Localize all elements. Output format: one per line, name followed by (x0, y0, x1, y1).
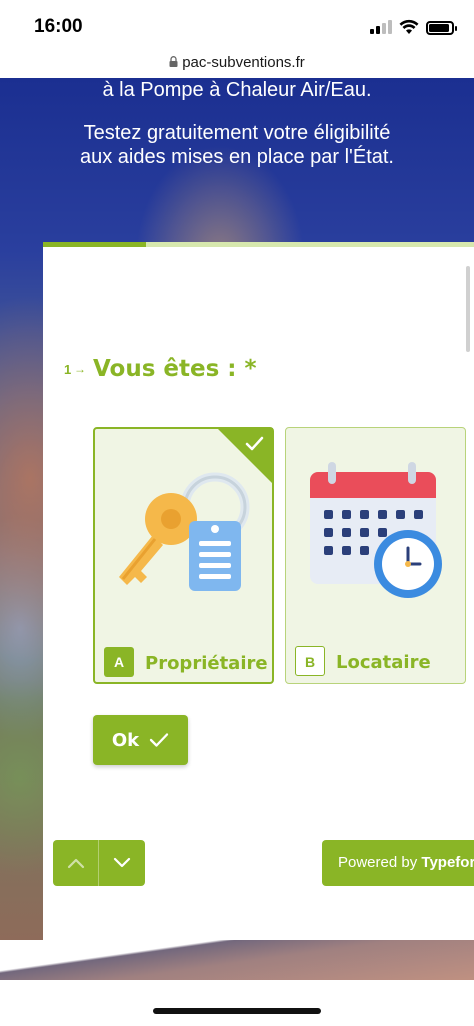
progress-fill (43, 242, 147, 247)
chevron-up-icon (67, 858, 84, 869)
hero-title: à la Pompe à Chaleur Air/Eau. (102, 79, 372, 101)
hero-subtitle-line-2: aux aides mises en place par l'État. (80, 146, 394, 168)
hero-subtitle-line-1: Testez gratuitement votre éligibilité (83, 122, 391, 144)
bottom-area (0, 980, 474, 1026)
ok-button-label: Ok (111, 729, 140, 751)
question-number: 1 (64, 362, 72, 377)
question-title: Vous êtes : * (93, 356, 257, 382)
powered-by-brand: Typeform (421, 854, 474, 871)
url-text: pac-subventions.fr (182, 53, 305, 71)
wifi-icon (399, 19, 419, 34)
battery-icon (426, 21, 457, 35)
arrow-right-icon: → (74, 362, 86, 376)
home-indicator[interactable] (153, 1008, 321, 1014)
progress-track (43, 242, 474, 247)
powered-by-text: Powered by (338, 854, 422, 871)
previous-question-button[interactable] (53, 840, 99, 886)
status-bar: 16:00 (0, 0, 474, 46)
next-question-button[interactable] (99, 840, 145, 886)
choice-key-a: A (104, 647, 134, 677)
chevron-down-icon (113, 857, 131, 868)
checkmark-icon (149, 733, 169, 747)
ok-button[interactable]: Ok (93, 715, 188, 765)
powered-by-typeform-badge[interactable]: Powered by Typeform (322, 840, 474, 886)
status-time: 16:00 (34, 16, 83, 37)
choice-key-b: B (295, 646, 325, 676)
lock-icon (169, 55, 178, 67)
keys-icon (119, 472, 250, 591)
calendar-clock-icon (310, 462, 442, 598)
hero-subtitle: Testez gratuitement votre éligibilité au… (0, 121, 474, 169)
url-bar[interactable]: pac-subventions.fr (0, 46, 474, 78)
checkmark-icon (245, 436, 264, 451)
choice-proprietaire[interactable]: A Propriétaire (93, 427, 274, 684)
question-navigation (53, 840, 145, 886)
choice-label-proprietaire: Propriétaire (145, 653, 268, 674)
choice-label-locataire: Locataire (336, 652, 431, 673)
scrollbar-thumb[interactable] (466, 266, 470, 352)
cellular-signal-icon (370, 20, 392, 34)
choice-locataire[interactable]: B Locataire (285, 427, 466, 684)
